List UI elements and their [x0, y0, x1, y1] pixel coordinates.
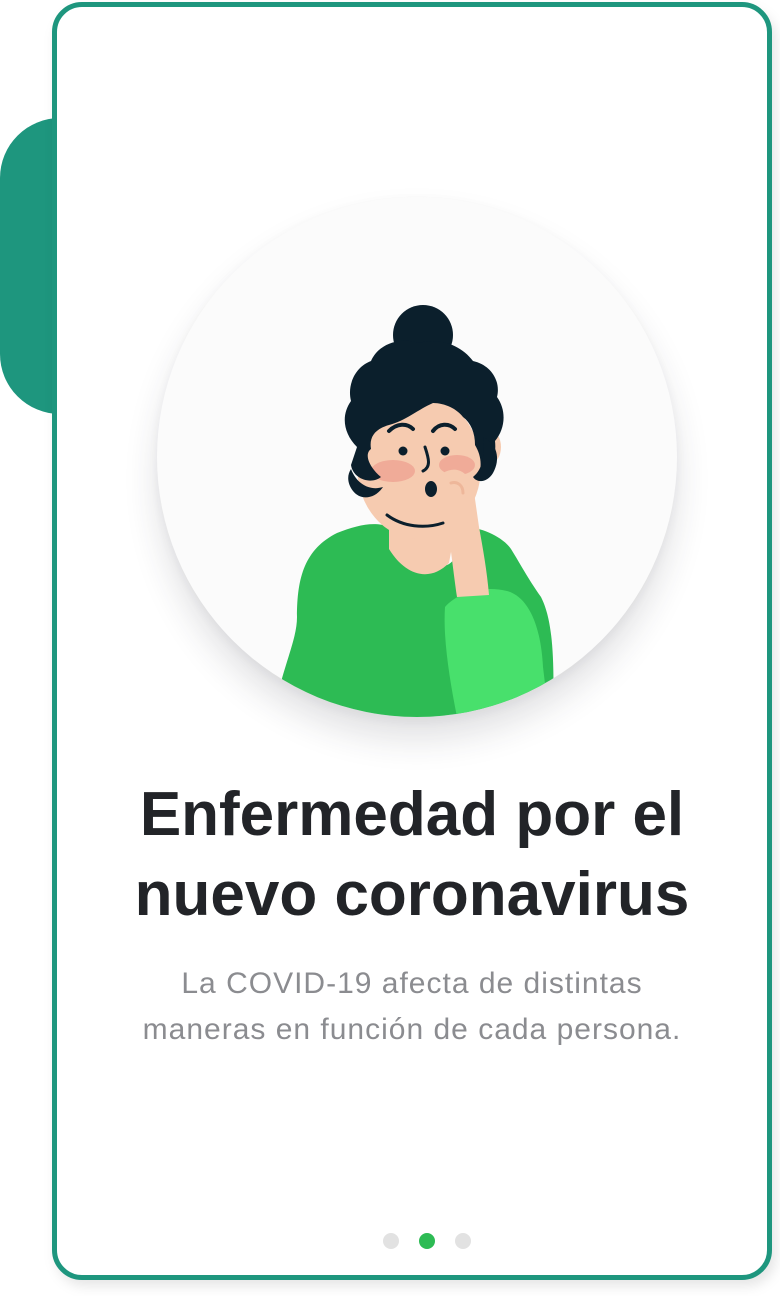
pagination-dot-1[interactable] — [383, 1233, 399, 1249]
title-line-1: Enfermedad por el — [139, 780, 685, 849]
title-line-2: nuevo coronavirus — [134, 860, 690, 929]
onboarding-card[interactable]: Enfermedad por el nuevo coronavirus La C… — [52, 2, 772, 1280]
illustration-circle — [157, 197, 677, 717]
pagination-dot-3[interactable] — [455, 1233, 471, 1249]
description-line-2: maneras en función de cada persona. — [142, 1013, 682, 1046]
pagination-dot-2[interactable] — [419, 1233, 435, 1249]
onboarding-description: La COVID-19 afecta de distintas maneras … — [57, 961, 767, 1053]
onboarding-screen: Enfermedad por el nuevo coronavirus La C… — [0, 0, 780, 1296]
pagination-dots — [57, 1233, 767, 1253]
sick-woman-coughing-illustration — [267, 305, 554, 717]
description-line-1: La COVID-19 afecta de distintas — [181, 967, 643, 1000]
onboarding-title: Enfermedad por el nuevo coronavirus — [57, 775, 767, 935]
